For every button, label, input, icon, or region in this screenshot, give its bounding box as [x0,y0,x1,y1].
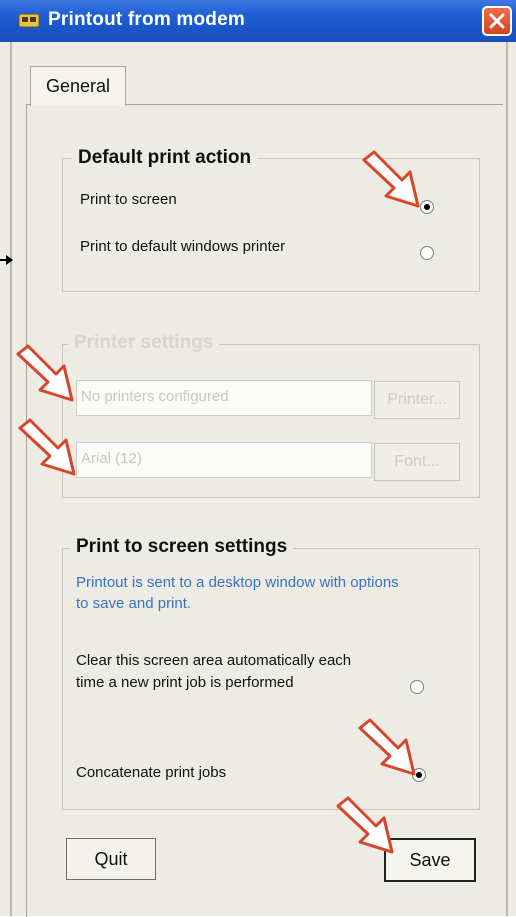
window-left-border [10,42,12,916]
annotation-arrow-icon [336,796,394,854]
app-icon [18,13,40,28]
print-to-screen-settings-title: Print to screen settings [70,536,294,558]
close-icon [489,13,505,29]
print-to-screen-info: Printout is sent to a desktop window wit… [76,574,399,612]
window-title: Printout from modem [48,9,245,30]
window-right-border [506,42,508,916]
close-button[interactable] [482,6,512,36]
print-to-screen-label: Print to screen [80,191,177,208]
tab-general[interactable]: General [30,66,126,106]
dialog-window: Printout from modem General Default prin… [0,0,516,917]
annotation-arrow-icon [18,418,76,476]
print-to-default-printer-label: Print to default windows printer [80,238,286,255]
printer-field[interactable]: No printers configured [76,380,372,416]
font-field[interactable]: Arial (12) [76,442,372,478]
clear-screen-label: Clear this screen area automatically eac… [76,652,352,691]
print-to-default-printer-radio[interactable] [420,246,434,260]
annotation-arrow-icon [362,150,420,208]
concatenate-label: Concatenate print jobs [76,764,227,781]
printer-settings-title: Printer settings [68,332,220,354]
title-bar: Printout from modem [0,0,516,42]
annotation-arrow-icon [358,718,416,776]
font-button[interactable]: Font... [374,443,460,481]
clear-screen-radio[interactable] [410,680,424,694]
default-print-action-title: Default print action [72,147,258,169]
pointer-arrow-icon [0,255,13,265]
annotation-arrow-icon [16,344,74,402]
printer-button[interactable]: Printer... [374,381,460,419]
quit-button[interactable]: Quit [66,838,156,880]
